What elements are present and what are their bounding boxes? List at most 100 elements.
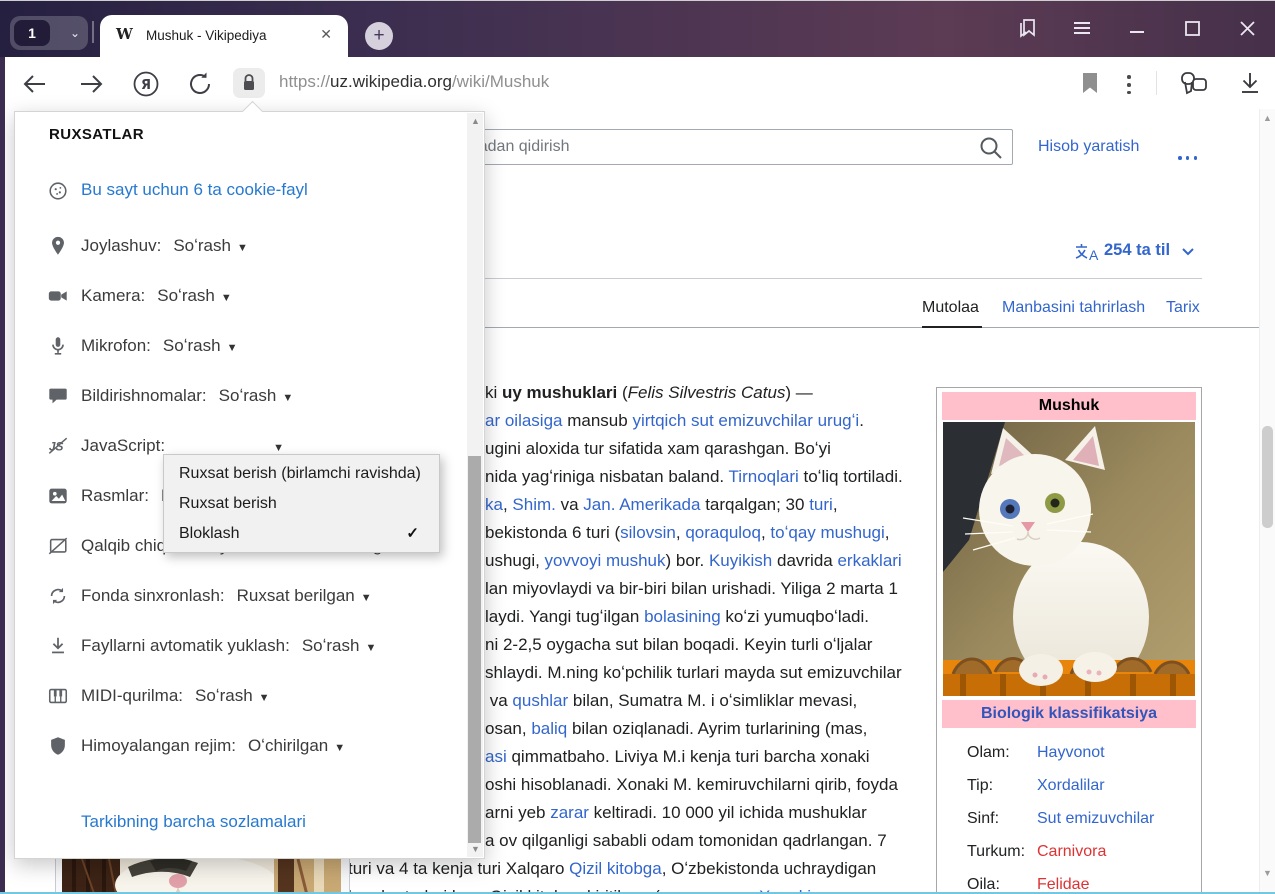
article-link[interactable]: silovsin [620,523,676,542]
taxon-link[interactable]: Xordalilar [1037,777,1105,794]
article-text: qimmatbaho. Liviya M.i kenja turi barcha… [507,747,870,766]
create-account-link[interactable]: Hisob yaratish [1038,138,1139,156]
article-line: a ov qilganligi sababli odam tomonidan q… [485,827,887,855]
permission-value[interactable]: Oʻchirilgan [248,736,328,755]
chevron-down-icon[interactable]: ▼ [365,642,376,654]
article-link[interactable]: Tirnoqlari [729,467,799,486]
minimize-icon[interactable] [1121,12,1153,44]
tab-read[interactable]: Mutolaa [922,299,979,317]
chevron-down-icon[interactable]: ▼ [227,342,238,354]
chevron-down-icon[interactable]: ▼ [361,592,372,604]
article-link[interactable]: yovvoyi mushuk [545,551,666,570]
scroll-up-icon[interactable]: ▲ [471,116,480,126]
article-link[interactable]: qushlar [512,691,568,710]
panels-icon[interactable] [1011,12,1043,44]
chevron-down-icon[interactable]: ▼ [282,392,293,404]
taxon-link[interactable]: Hayvonot [1037,744,1105,761]
article-link[interactable]: zarar [550,803,589,822]
chevron-down-icon[interactable]: ▼ [221,292,232,304]
article-text: ( [617,383,627,402]
infobox-title: Mushuk [942,392,1196,420]
permission-value[interactable]: Soʻrash [195,686,253,705]
article-line: osan, baliq bilan oziqlanadi. Ayrim turl… [485,715,867,743]
article-link[interactable]: baliq [531,719,567,738]
article-text: tarqalgan; 30 [700,495,809,514]
taxon-link[interactable]: Felidae [1037,876,1089,892]
chevron-down-icon[interactable]: ⌄ [70,26,80,40]
permission-value[interactable]: Soʻrash [173,236,231,255]
permission-label: Kamera: [81,286,145,305]
permission-value[interactable]: Soʻrash [157,286,215,305]
taxon-link[interactable]: Carnivora [1037,843,1106,860]
cat-thumbnail[interactable] [62,859,341,892]
scroll-up-icon[interactable]: ▲ [1263,113,1272,123]
article-link[interactable]: turi [809,495,833,514]
new-tab-button[interactable]: + [365,22,393,50]
panel-scrollbar[interactable]: ▲ ▼ [467,113,483,857]
download-icon[interactable] [1238,71,1266,99]
extensions-menu-icon[interactable] [1124,71,1134,99]
article-line: ushugi, yovvoyi mushuk) bor. Kuyikish da… [485,547,902,575]
article-link[interactable]: asi [485,747,507,766]
tab-counter[interactable]: 1 ⌄ [10,16,88,50]
tab-history[interactable]: Tarix [1166,299,1200,317]
search-input[interactable] [404,129,1013,165]
article-link[interactable]: toʻqay mushugi [770,523,884,542]
browser-tab[interactable]: W Mushuk - Vikipediya ✕ [100,15,348,57]
collections-icon[interactable] [1178,70,1206,98]
scrollbar-thumb[interactable] [468,456,481,843]
article-link[interactable]: yirtqich sut emizuvchilar urugʻi [632,411,859,430]
chevron-down-icon[interactable]: ▼ [259,692,270,704]
article-text: ki [485,383,502,402]
article-link[interactable]: Jan. Amerikada [583,495,700,514]
permission-value[interactable]: Soʻrash [302,636,360,655]
article-link[interactable]: Qizil kitobga [569,859,662,878]
article-link[interactable]: erkaklari [837,551,901,570]
scroll-down-icon[interactable]: ▼ [1263,868,1272,878]
scroll-down-icon[interactable]: ▼ [471,844,480,854]
permission-value[interactable]: Ruxsat berilgan [237,586,355,605]
chevron-down-icon[interactable]: ▼ [237,242,248,254]
search-icon[interactable] [978,135,1004,161]
close-tab-icon[interactable]: ✕ [320,26,332,43]
kitten-photo[interactable] [943,422,1195,696]
more-options-icon[interactable] [1178,147,1206,165]
article-text: uy mushuklari [502,383,617,402]
article-link[interactable]: qoraquloq [685,523,761,542]
article-link[interactable]: Kuyikish [709,551,772,570]
article-link[interactable]: Shim. [512,495,555,514]
bookmark-icon[interactable] [1080,71,1108,99]
cookies-link[interactable]: Bu sayt uchun 6 ta cookie-fayl [81,180,308,200]
yandex-icon[interactable]: Я [132,70,160,98]
chevron-down-icon[interactable]: ▼ [273,442,284,454]
reload-icon[interactable] [186,70,214,98]
article-text: va [485,691,512,710]
article-line: ar oilasiga mansub yirtqich sut emizuvch… [485,407,864,435]
address-url[interactable]: https://uz.wikipedia.org/wiki/Mushuk [279,72,549,92]
forward-icon[interactable] [77,70,105,98]
maximize-icon[interactable] [1176,12,1208,44]
all-content-settings-link[interactable]: Tarkibning barcha sozlamalari [81,812,306,832]
close-window-icon[interactable] [1231,12,1263,44]
back-icon[interactable] [21,70,49,98]
taxon-link[interactable]: Sut emizuvchilar [1037,810,1154,827]
infobox-section-title[interactable]: Biologik klassifikatsiya [942,700,1196,728]
page-scrollbar[interactable]: ▲ ▼ [1259,109,1275,892]
scrollbar-thumb[interactable] [1262,426,1273,528]
menu-item[interactable]: Ruxsat berish (birlamchi ravishda) [164,459,439,489]
language-selector[interactable]: A 254 ta til [1074,241,1195,263]
article-link[interactable]: ar oilasiga [485,411,563,430]
permission-value[interactable]: Soʻrash [219,386,277,405]
article-link[interactable]: ka [485,495,503,514]
menu-icon[interactable] [1066,12,1098,44]
tab-edit-source[interactable]: Manbasini tahrirlash [1002,299,1145,317]
menu-item[interactable]: Ruxsat berish [164,489,439,519]
chevron-down-icon[interactable]: ▼ [334,742,345,754]
article-link[interactable]: bolasining [644,607,721,626]
menu-item[interactable]: Bloklash✓ [164,519,439,549]
permission-label: Bildirishnomalar: [81,386,207,405]
site-lock-button[interactable] [233,68,265,98]
tab-count-badge[interactable]: 1 [14,20,50,46]
permission-value[interactable]: Soʻrash [163,336,221,355]
article-line: ki uy mushuklari (Felis Silvestris Catus… [485,379,813,407]
